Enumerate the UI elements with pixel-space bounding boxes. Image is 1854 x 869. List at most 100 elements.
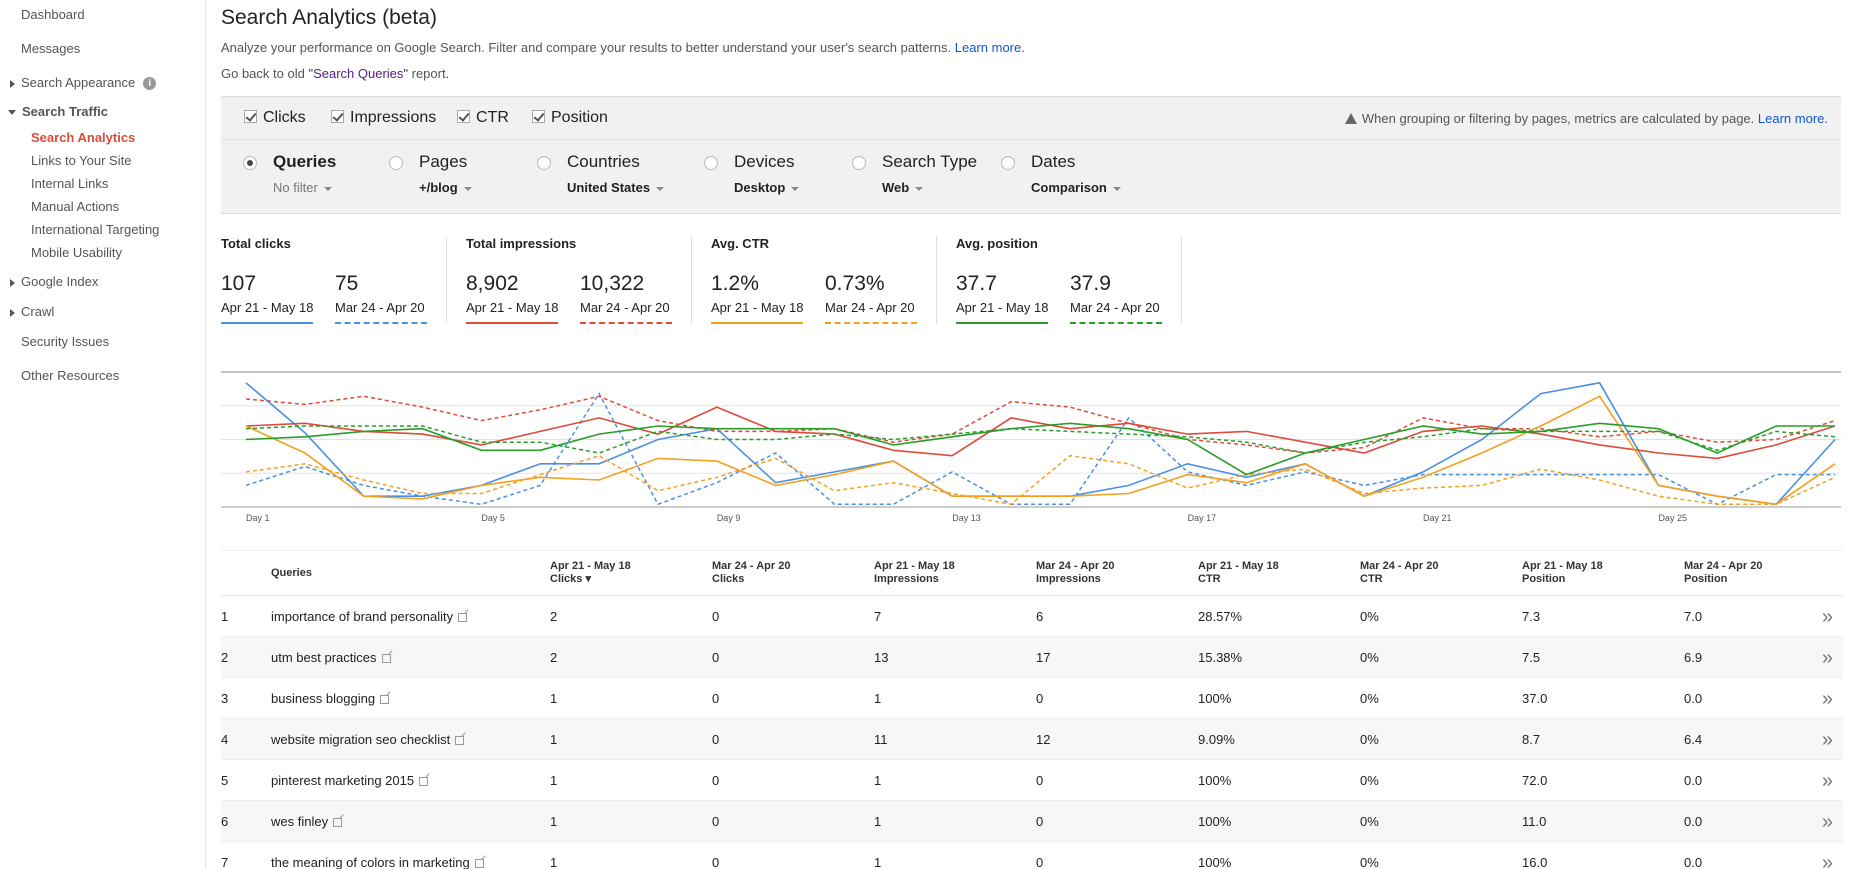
- total-clicks-card[interactable]: Total clicks 107 Apr 21 - May 18 75 Mar …: [221, 236, 441, 332]
- query-link[interactable]: the meaning of colors in marketing: [271, 855, 484, 869]
- cell-ctr2: 0%: [1360, 609, 1379, 624]
- table-row[interactable]: 4 website migration seo checklist 1 0 11 12 9.…: [221, 719, 1843, 760]
- double-chevron-right-icon[interactable]: »: [1822, 770, 1833, 793]
- double-chevron-right-icon[interactable]: »: [1822, 811, 1833, 834]
- filter-value-dropdown[interactable]: United States: [567, 180, 665, 195]
- avg-position-card[interactable]: Avg. position 37.7 Apr 21 - May 18 37.9 …: [956, 236, 1176, 332]
- table-row[interactable]: 7 the meaning of colors in marketing 1 0 1 0 1…: [221, 842, 1843, 869]
- cell-p1: 11.0: [1522, 814, 1547, 829]
- cell-c2: 0: [712, 773, 720, 788]
- current-period-value: 1.2% Apr 21 - May 18: [711, 272, 811, 324]
- column-header[interactable]: Apr 21 - May 18 CTR: [1198, 560, 1279, 586]
- column-header[interactable]: Apr 21 - May 18 Position: [1522, 560, 1603, 586]
- column-header[interactable]: Apr 21 - May 18 Clicks ▾: [550, 560, 631, 586]
- column-header[interactable]: Apr 21 - May 18 Impressions: [874, 560, 955, 586]
- sidebar-item-messages[interactable]: Messages: [21, 41, 80, 56]
- ctr-checkbox[interactable]: CTR: [457, 109, 509, 127]
- external-link-icon[interactable]: [380, 695, 390, 704]
- table-header-row: Queries Apr 21 - May 18 Clicks ▾ Mar 24 - A…: [221, 550, 1843, 596]
- sidebar-item-international-targeting[interactable]: International Targeting: [31, 222, 159, 237]
- radio-icon[interactable]: [704, 156, 718, 170]
- filter-value-dropdown[interactable]: +/blog: [419, 180, 472, 195]
- table-row[interactable]: 3 business blogging 1 0 1 0 100% 0% 37.0 0.0 »: [221, 678, 1843, 719]
- expand-arrow-icon: [10, 278, 15, 287]
- column-header[interactable]: Mar 24 - Apr 20 Position: [1684, 560, 1762, 586]
- sidebar-item-crawl[interactable]: Crawl: [10, 304, 54, 319]
- double-chevron-right-icon[interactable]: »: [1822, 852, 1833, 869]
- x-tick-label: Day 21: [1423, 513, 1452, 523]
- query-link[interactable]: website migration seo checklist: [271, 732, 465, 747]
- cell-i1: 7: [874, 609, 882, 624]
- sidebar-item-google-index[interactable]: Google Index: [10, 274, 98, 289]
- filter-value-dropdown[interactable]: Web: [882, 180, 924, 195]
- filter-value-dropdown[interactable]: Desktop: [734, 180, 800, 195]
- external-link-icon[interactable]: [333, 818, 343, 827]
- avg-ctr-card[interactable]: Avg. CTR 1.2% Apr 21 - May 18 0.73% Mar …: [711, 236, 931, 332]
- filter-value-dropdown[interactable]: Comparison: [1031, 180, 1121, 195]
- column-header-label: Impressions: [874, 573, 939, 585]
- info-icon[interactable]: i: [143, 77, 157, 91]
- sidebar-item-internal-links[interactable]: Internal Links: [31, 176, 108, 191]
- column-header[interactable]: Mar 24 - Apr 20 Clicks: [712, 560, 790, 586]
- legend-solid-line: [221, 322, 313, 324]
- table-row[interactable]: 2 utm best practices 2 0 13 17 15.38% 0% 7.5 6.9 »: [221, 637, 1843, 678]
- filter-name: Queries: [273, 152, 337, 171]
- query-text: the meaning of colors in marketing: [271, 855, 470, 869]
- metrics-line-chart[interactable]: Day 1 Day 5 Day 9 Day 13 Day 17 Day 21 Day 25: [221, 370, 1843, 535]
- query-link[interactable]: pinterest marketing 2015: [271, 773, 429, 788]
- external-link-icon[interactable]: [455, 736, 465, 745]
- column-header[interactable]: Queries: [271, 567, 312, 580]
- total-impressions-card[interactable]: Total impressions 8,902 Apr 21 - May 18 …: [466, 236, 686, 332]
- radio-icon[interactable]: [537, 156, 551, 170]
- filter-value-dropdown[interactable]: No filter: [273, 180, 332, 195]
- radio-icon[interactable]: [1001, 156, 1015, 170]
- row-number: 4: [221, 732, 229, 747]
- external-link-icon[interactable]: [419, 777, 429, 786]
- cell-p2: 7.0: [1684, 609, 1703, 624]
- query-link[interactable]: wes finley: [271, 814, 343, 829]
- grouping-learn-more-link[interactable]: Learn more.: [1758, 111, 1828, 126]
- impressions-checkbox[interactable]: Impressions: [331, 109, 436, 127]
- double-chevron-right-icon[interactable]: »: [1822, 647, 1833, 670]
- table-row[interactable]: 5 pinterest marketing 2015 1 0 1 0 100% 0% 72.0 0…: [221, 760, 1843, 801]
- column-header-date: Apr 21 - May 18: [1522, 560, 1603, 572]
- grouping-note: When grouping or filtering by pages, met…: [1344, 111, 1828, 126]
- position-checkbox[interactable]: Position: [532, 109, 608, 127]
- table-row[interactable]: 1 importance of brand personality 2 0 7 6 28.5…: [221, 596, 1843, 637]
- sidebar-item-links-to-your-site[interactable]: Links to Your Site: [31, 153, 131, 168]
- card-divider: [1181, 236, 1182, 324]
- sidebar-item-other-resources[interactable]: Other Resources: [21, 368, 119, 383]
- radio-selected-icon[interactable]: [243, 156, 257, 170]
- checkbox-label: Clicks: [263, 109, 306, 126]
- double-chevron-right-icon[interactable]: »: [1822, 688, 1833, 711]
- cell-ctr2: 0%: [1360, 650, 1379, 665]
- sidebar-item-manual-actions[interactable]: Manual Actions: [31, 199, 119, 214]
- clicks-checkbox[interactable]: Clicks: [244, 109, 306, 127]
- description-text: Analyze your performance on Google Searc…: [221, 40, 952, 55]
- radio-icon[interactable]: [852, 156, 866, 170]
- query-link[interactable]: importance of brand personality: [271, 609, 468, 624]
- old-report-prefix: Go back to old: [221, 66, 309, 81]
- query-link[interactable]: utm best practices: [271, 650, 391, 665]
- external-link-icon[interactable]: [381, 654, 391, 663]
- sidebar-item-dashboard[interactable]: Dashboard: [21, 7, 85, 22]
- double-chevron-right-icon[interactable]: »: [1822, 729, 1833, 752]
- x-tick-label: Day 13: [952, 513, 981, 523]
- column-header[interactable]: Mar 24 - Apr 20 Impressions: [1036, 560, 1114, 586]
- sidebar-item-mobile-usability[interactable]: Mobile Usability: [31, 245, 122, 260]
- search-queries-link[interactable]: "Search Queries": [308, 66, 408, 81]
- learn-more-link[interactable]: Learn more.: [955, 40, 1025, 55]
- column-header[interactable]: Mar 24 - Apr 20 CTR: [1360, 560, 1438, 586]
- sidebar-item-search-traffic[interactable]: Search Traffic: [8, 104, 108, 119]
- query-link[interactable]: business blogging: [271, 691, 390, 706]
- metric-value: 75: [335, 272, 359, 295]
- sidebar-item-search-appearance[interactable]: Search Appearance i: [10, 75, 157, 91]
- sidebar-item-search-analytics[interactable]: Search Analytics: [31, 130, 135, 145]
- table-row[interactable]: 6 wes finley 1 0 1 0 100% 0% 11.0 0.0 »: [221, 801, 1843, 842]
- radio-icon[interactable]: [389, 156, 403, 170]
- external-link-icon[interactable]: [458, 613, 468, 622]
- double-chevron-right-icon[interactable]: »: [1822, 606, 1833, 629]
- sidebar-item-security-issues[interactable]: Security Issues: [21, 334, 109, 349]
- external-link-icon[interactable]: [474, 859, 484, 868]
- filter-value: Web: [882, 180, 910, 195]
